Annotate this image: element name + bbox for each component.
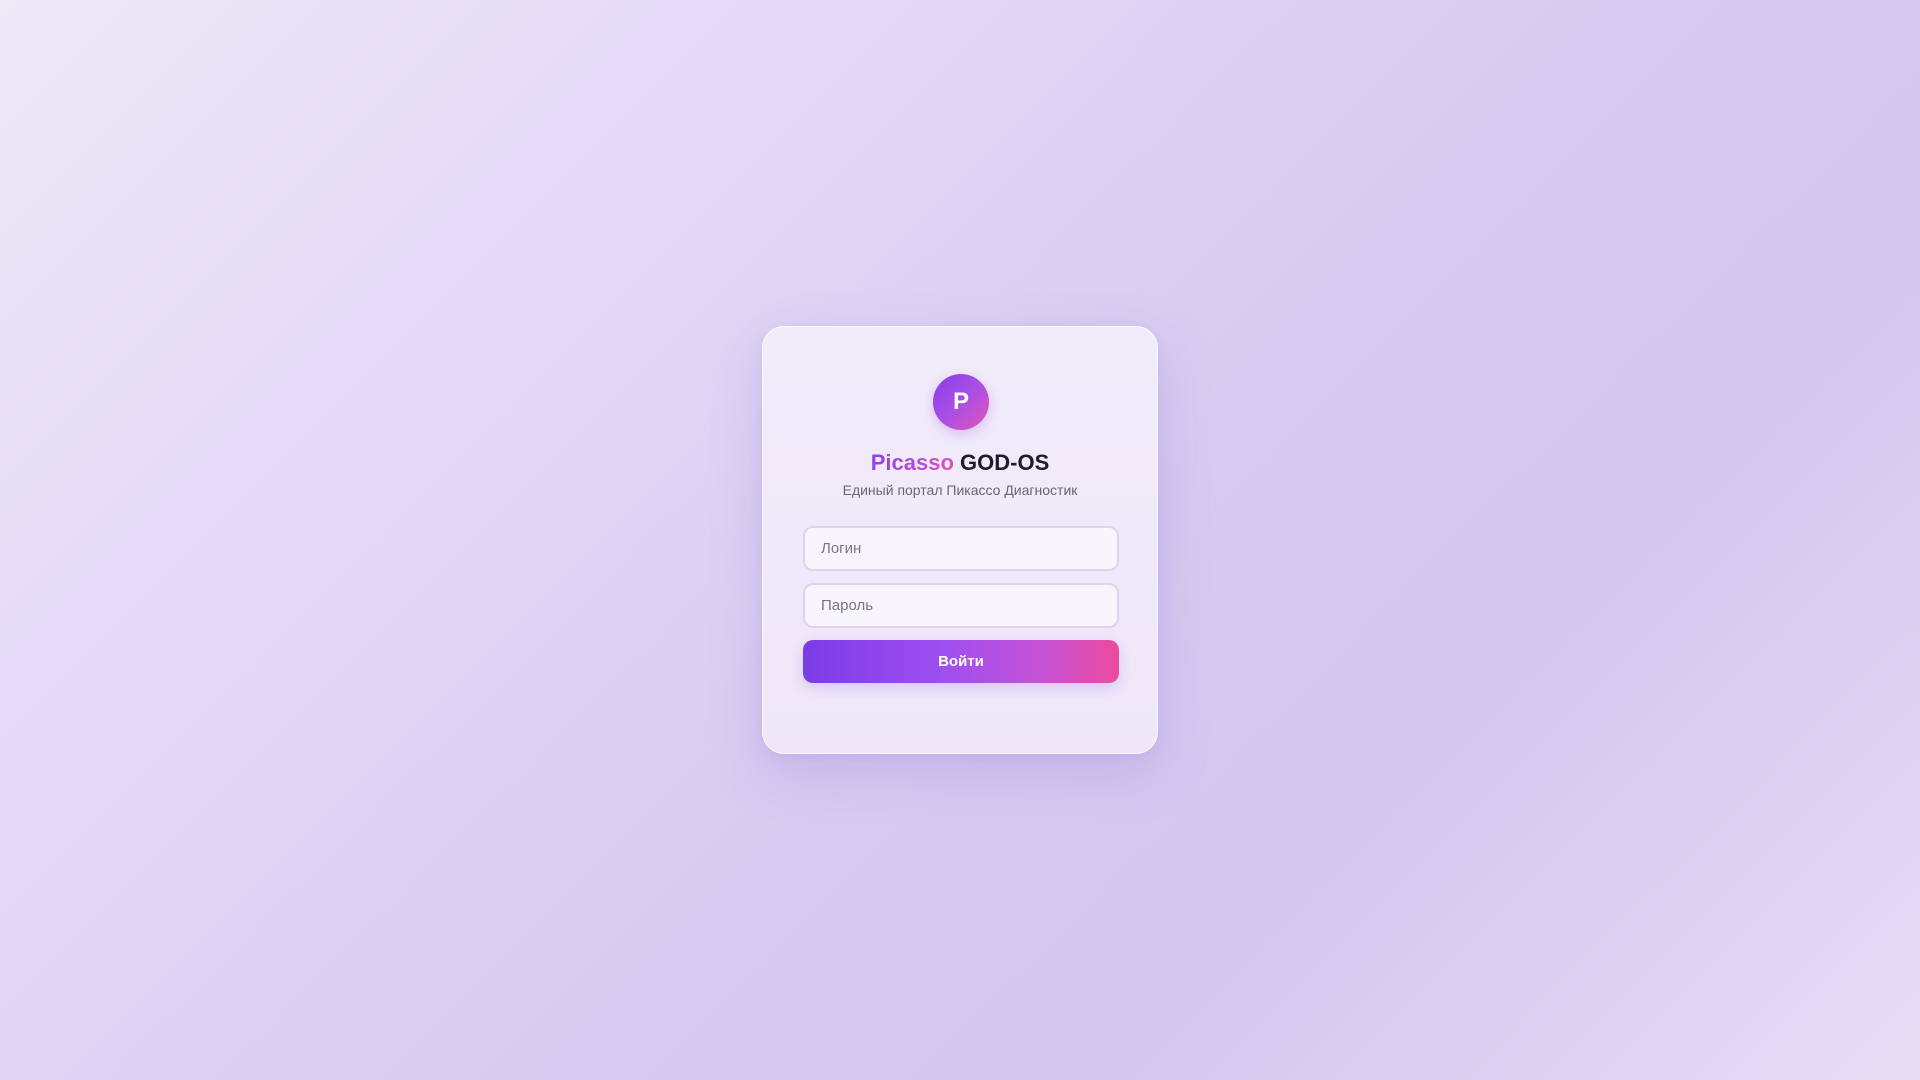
password-input[interactable]: [803, 583, 1119, 628]
login-card: P Picasso GOD-OS Единый портал Пикассо Д…: [762, 326, 1158, 754]
app-logo: P: [933, 374, 989, 430]
app-title-brand: Picasso: [870, 450, 954, 475]
logo-letter: P: [952, 388, 969, 415]
login-button[interactable]: Войти: [803, 640, 1119, 683]
app-title-product: GOD-OS: [960, 450, 1050, 475]
login-input[interactable]: [803, 526, 1119, 571]
app-title: Picasso GOD-OS: [763, 449, 1157, 477]
app-subtitle: Единый портал Пикассо Диагностик: [842, 482, 1078, 498]
